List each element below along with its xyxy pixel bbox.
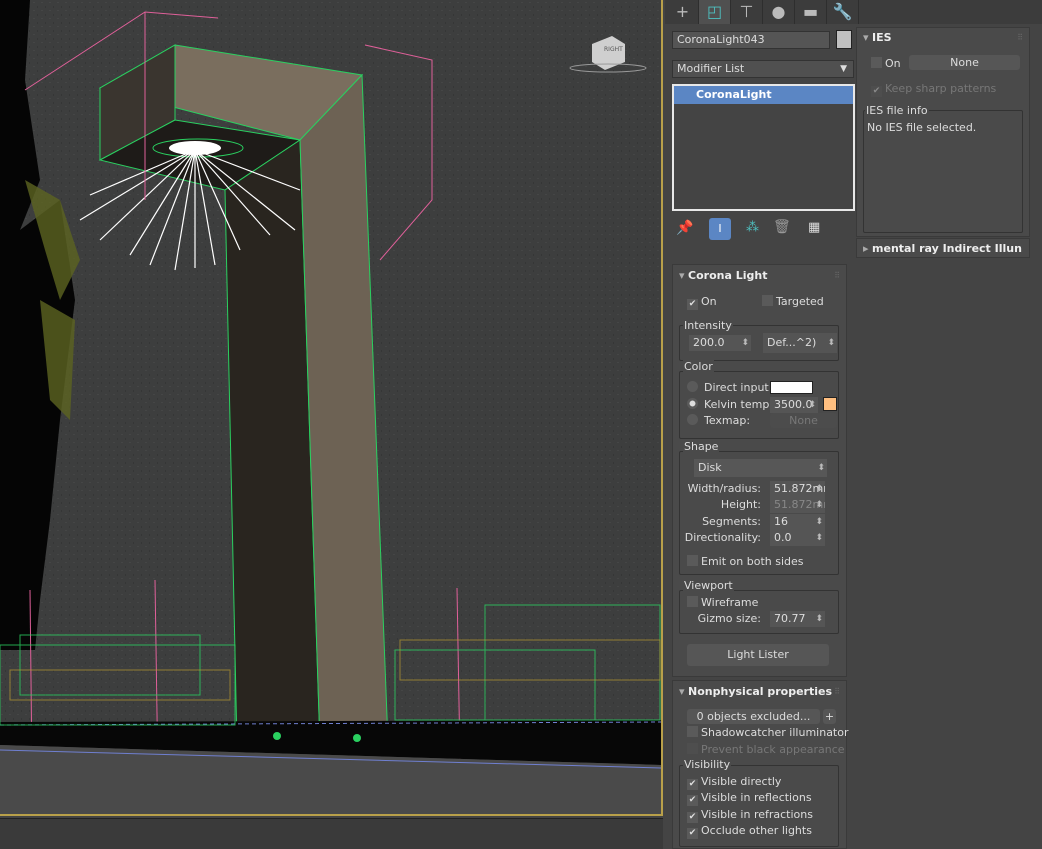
command-panel-tabs: + ◰ ⊤ ● ▬ 🔧 xyxy=(665,0,1042,24)
width-label: Width/radius: xyxy=(687,482,761,495)
texmap-button[interactable]: None xyxy=(770,413,837,428)
occlude-lights-checkbox[interactable]: ✔ Occlude other lights xyxy=(687,824,812,839)
chevron-down-icon: ▼ xyxy=(840,64,847,74)
exclude-button[interactable]: 0 objects excluded... xyxy=(687,709,820,724)
rollout-title[interactable]: Nonphysical properties xyxy=(679,685,832,698)
height-spinner[interactable]: 51.872mm xyxy=(770,497,825,513)
segments-spinner[interactable]: 16 xyxy=(770,514,825,530)
corona-light-rollout: Corona Light ⠿ ✔On Targeted Intensity 20… xyxy=(672,264,847,677)
scene-render xyxy=(0,0,661,814)
modifier-list-label: Modifier List xyxy=(677,62,745,75)
rollout-title[interactable]: IES xyxy=(863,31,892,44)
modifier-list-dropdown[interactable]: Modifier List ▼ xyxy=(672,60,854,78)
gizmo-size-spinner[interactable]: 70.77 xyxy=(770,611,825,627)
gizmo-size-label: Gizmo size: xyxy=(697,612,761,625)
display-tab[interactable]: ▬ xyxy=(795,0,827,24)
texmap-radio[interactable]: Texmap: xyxy=(687,414,750,427)
prevent-black-checkbox[interactable]: Prevent black appearance xyxy=(687,743,845,756)
show-end-result-icon[interactable]: I xyxy=(709,218,731,240)
shape-dropdown[interactable]: Disk xyxy=(694,459,827,477)
direct-color-swatch[interactable] xyxy=(770,381,813,394)
ies-rollout: IES ⠿ On None ✔Keep sharp patterns IES f… xyxy=(856,27,1030,237)
grip-icon[interactable]: ⠿ xyxy=(834,271,840,280)
direct-input-radio[interactable]: Direct input: xyxy=(687,381,772,394)
viewport[interactable]: RIGHT xyxy=(0,0,663,816)
width-spinner[interactable]: 51.872mm xyxy=(770,481,825,497)
modify-icon: ◰ xyxy=(706,2,723,21)
kelvin-color-swatch[interactable] xyxy=(823,397,837,411)
object-name-input[interactable]: CoronaLight043 xyxy=(672,31,830,49)
ies-file-info-label: IES file info xyxy=(865,104,929,117)
mental-ray-rollout: mental ray Indirect Illun xyxy=(856,238,1030,258)
plus-icon: + xyxy=(675,2,690,21)
keep-sharp-checkbox[interactable]: ✔ Keep sharp patterns xyxy=(871,82,996,97)
modify-tab[interactable]: ◰ xyxy=(699,0,731,24)
motion-icon: ● xyxy=(771,2,786,21)
on-checkbox[interactable]: ✔ On xyxy=(687,295,717,310)
rollout-title[interactable]: Corona Light xyxy=(679,269,767,282)
directionality-spinner[interactable]: 0.0 xyxy=(770,530,825,546)
shape-label: Shape xyxy=(683,440,720,453)
color-label: Color xyxy=(683,360,714,373)
viewport-label: Viewport xyxy=(683,579,734,592)
ies-on-checkbox[interactable]: On xyxy=(871,57,901,70)
targeted-checkbox[interactable]: Targeted xyxy=(762,295,824,308)
create-tab[interactable]: + xyxy=(667,0,699,24)
grip-icon[interactable]: ⠿ xyxy=(834,687,840,696)
wrench-icon: 🔧 xyxy=(832,2,853,21)
make-unique-icon[interactable]: ⁂ xyxy=(746,220,759,235)
kelvin-temp-radio[interactable]: Kelvin temp: xyxy=(687,398,773,411)
object-color-swatch[interactable] xyxy=(836,30,852,49)
trash-icon[interactable]: 🗑 xyxy=(773,219,791,235)
rollout-title[interactable]: mental ray Indirect Illun xyxy=(863,242,1022,255)
pin-stack-icon[interactable]: 📌 xyxy=(676,220,693,236)
height-label: Height: xyxy=(720,498,761,511)
segments-label: Segments: xyxy=(702,515,761,528)
display-icon: ▬ xyxy=(802,2,819,21)
units-dropdown[interactable]: Def...^2) xyxy=(763,333,837,353)
intensity-label: Intensity xyxy=(683,319,733,332)
configure-sets-icon[interactable]: ▦ xyxy=(808,220,820,235)
timeline[interactable] xyxy=(0,818,663,849)
shadowcatcher-checkbox[interactable]: Shadowcatcher illuminator xyxy=(687,726,849,739)
utilities-tab[interactable]: 🔧 xyxy=(827,0,859,24)
visible-reflections-checkbox[interactable]: ✔ Visible in reflections xyxy=(687,791,812,806)
viewcube[interactable]: RIGHT xyxy=(604,46,623,53)
directionality-label: Directionality: xyxy=(684,531,761,544)
emit-both-sides-checkbox[interactable]: Emit on both sides xyxy=(687,555,804,568)
hierarchy-tab[interactable]: ⊤ xyxy=(731,0,763,24)
nonphysical-rollout: Nonphysical properties ⠿ 0 objects exclu… xyxy=(672,680,849,849)
ies-file-info-text: No IES file selected. xyxy=(867,121,977,134)
add-exclude-button[interactable]: + xyxy=(823,709,836,724)
visible-refractions-checkbox[interactable]: ✔ Visible in refractions xyxy=(687,808,813,823)
intensity-spinner[interactable]: 200.0 xyxy=(689,335,751,351)
wireframe-checkbox[interactable]: Wireframe xyxy=(687,596,758,609)
ies-file-button[interactable]: None xyxy=(909,55,1020,70)
grip-icon[interactable]: ⠿ xyxy=(1017,33,1023,42)
modifier-stack[interactable]: CoronaLight xyxy=(672,84,855,211)
kelvin-spinner[interactable]: 3500.0 xyxy=(770,397,818,413)
light-lister-button[interactable]: Light Lister xyxy=(687,644,829,666)
stack-item-coronalight[interactable]: CoronaLight xyxy=(674,86,853,104)
visibility-label: Visibility xyxy=(683,758,732,771)
hierarchy-icon: ⊤ xyxy=(739,2,754,21)
visible-directly-checkbox[interactable]: ✔ Visible directly xyxy=(687,775,781,790)
motion-tab[interactable]: ● xyxy=(763,0,795,24)
